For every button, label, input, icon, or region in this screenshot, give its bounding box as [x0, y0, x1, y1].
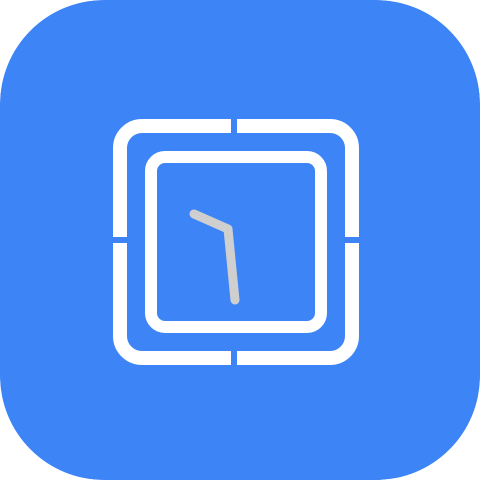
app-icon[interactable] [0, 0, 480, 480]
frame-notch-bottom [231, 346, 237, 368]
icon-background [0, 0, 480, 480]
frame-notch-right [338, 237, 360, 243]
square-clock-icon [0, 0, 480, 480]
frame-notch-left [112, 237, 134, 243]
frame-notch-top [231, 116, 237, 138]
